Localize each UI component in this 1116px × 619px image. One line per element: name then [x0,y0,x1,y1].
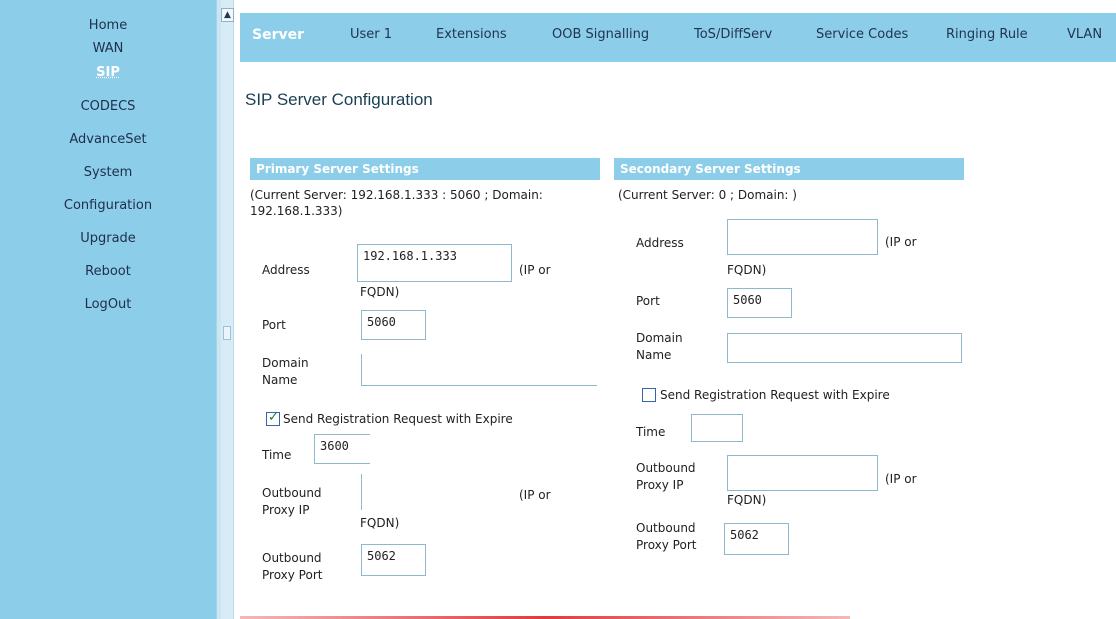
secondary-time-label: Time [636,425,666,439]
secondary-proxy-ip-hint: (IP or [885,472,917,486]
primary-port-label: Port [262,318,286,332]
secondary-domain-label-name: Name [636,348,672,362]
primary-address-hint: (IP or [519,263,551,277]
nav-item-upgrade[interactable]: Upgrade [0,230,216,248]
primary-proxy-ip-hint-fqdn: FQDN) [360,516,400,530]
secondary-address-hint: (IP or [885,235,917,249]
primary-proxy-ip-hint: (IP or [519,488,551,502]
secondary-register-checkbox[interactable] [642,388,656,402]
primary-address-input[interactable]: 192.168.1.333 [357,244,512,282]
tab-bar: Server User 1 Extensions OOB Signalling … [234,0,1116,66]
nav-item-home[interactable]: Home [0,17,216,35]
secondary-port-label: Port [636,294,660,308]
tab-bar-background: Server User 1 Extensions OOB Signalling … [240,13,1116,62]
secondary-settings-header: Secondary Server Settings [614,158,964,180]
nav-item-reboot[interactable]: Reboot [0,263,216,281]
secondary-time-input[interactable] [691,414,743,442]
primary-proxy-ip-label: Outbound [262,486,322,500]
secondary-proxy-ip-label-2: Proxy IP [636,478,684,492]
scroll-thumb[interactable] [223,326,231,340]
nav-item-configuration[interactable]: Configuration [0,197,216,215]
secondary-register-label: Send Registration Request with Expire [660,388,890,402]
tab-ringing-rule[interactable]: Ringing Rule [946,27,1028,42]
primary-port-input[interactable]: 5060 [361,310,426,340]
primary-proxy-ip-label-2: Proxy IP [262,503,310,517]
primary-time-label: Time [262,448,292,462]
primary-address-hint-fqdn: FQDN) [360,285,400,299]
tab-extensions[interactable]: Extensions [436,27,507,42]
primary-settings-header: Primary Server Settings [250,158,600,180]
secondary-proxy-ip-label: Outbound [636,461,696,475]
primary-proxy-port-input[interactable]: 5062 [361,544,426,576]
primary-register-label: Send Registration Request with Expire [283,412,513,426]
secondary-domain-input[interactable] [727,333,962,363]
secondary-proxy-port-input[interactable]: 5062 [724,523,789,555]
tab-user-1[interactable]: User 1 [350,27,392,42]
nav-item-system[interactable]: System [0,164,216,182]
primary-time-input[interactable]: 3600 [314,434,370,464]
secondary-proxy-port-label-2: Proxy Port [636,538,697,552]
secondary-proxy-port-label: Outbound [636,521,696,535]
nav-item-sip[interactable]: SIP [0,64,216,82]
secondary-proxy-ip-hint-fqdn: FQDN) [727,493,767,507]
primary-proxy-ip-input[interactable] [361,474,511,510]
secondary-address-label: Address [636,236,684,250]
nav-item-advanceset[interactable]: AdvanceSet [0,131,216,149]
primary-domain-input[interactable] [361,354,597,386]
secondary-proxy-ip-input[interactable] [727,455,878,491]
tab-tos-diffserv[interactable]: ToS/DiffServ [694,27,772,42]
primary-domain-label-name: Name [262,373,298,387]
secondary-address-hint-fqdn: FQDN) [727,263,767,277]
tab-service-codes[interactable]: Service Codes [816,27,908,42]
secondary-current-server: (Current Server: 0 ; Domain: ) [618,188,797,202]
nav-item-logout[interactable]: LogOut [0,296,216,314]
primary-proxy-port-label-2: Proxy Port [262,568,323,582]
page-title: SIP Server Configuration [245,90,433,109]
tab-vlan[interactable]: VLAN [1067,27,1102,42]
primary-domain-label: Domain [262,356,309,370]
scroll-up-icon[interactable]: ▲ [221,8,234,22]
primary-current-domain: 192.168.1.333) [250,204,343,218]
scrollbar[interactable]: ▲ [221,0,234,619]
nav-item-wan[interactable]: WAN [0,40,216,58]
primary-address-label: Address [262,263,310,277]
tab-oob-signalling[interactable]: OOB Signalling [552,27,649,42]
primary-current-server: (Current Server: 192.168.1.333 : 5060 ; … [250,188,543,202]
secondary-domain-label: Domain [636,331,683,345]
left-navigation: Home WAN SIP CODECS AdvanceSet System Co… [0,0,216,619]
secondary-address-input[interactable] [727,219,878,255]
primary-proxy-port-label: Outbound [262,551,322,565]
tab-server[interactable]: Server [252,27,304,43]
secondary-port-input[interactable]: 5060 [727,288,792,318]
primary-register-checkbox[interactable] [266,410,280,426]
nav-item-codecs[interactable]: CODECS [0,98,216,116]
